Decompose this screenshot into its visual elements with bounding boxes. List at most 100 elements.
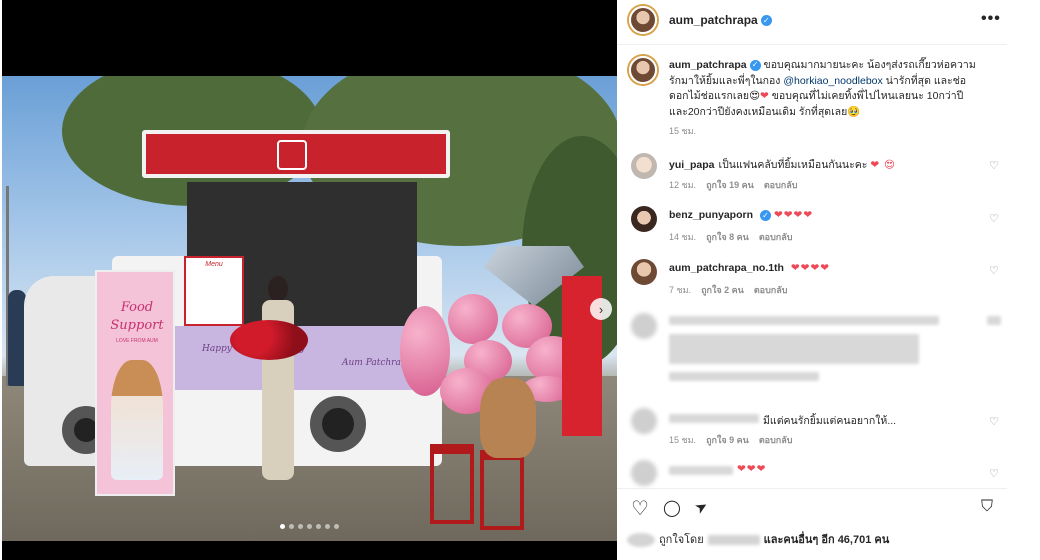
post-photo[interactable]: Menu Happy Valentine's Day Aum Patchrapa… [2,0,617,560]
carousel-dot [280,524,285,529]
comment-reply-button[interactable]: ตอบกลับ [759,435,793,445]
carousel-next-button[interactable]: › [590,298,612,320]
comment-time[interactable]: 14 ชม. [669,232,696,242]
likes-prefix: ถูกใจโดย [659,534,704,546]
like-icon[interactable]: ♡ [631,496,649,521]
blurred-text [669,316,939,325]
caption-heart-emoji: ❤ [760,90,769,102]
caption-timestamp[interactable]: 15 ชม. [669,124,696,138]
comment-likes[interactable]: ถูกใจ 2 คน [701,285,744,295]
comment-username[interactable]: aum_patchrapa_no.1th [669,262,784,274]
comment-emoji: ❤❤❤❤ [773,209,814,221]
caption-mention-link[interactable]: @horkiao_noodlebox [783,75,882,87]
comment-reply-button[interactable]: ตอบกลับ [764,180,798,190]
save-icon[interactable]: ⛉ [981,498,993,516]
comment-item: benz_punyaporn ✓ ❤❤❤❤ [669,209,979,221]
comment-item: ❤❤❤ [737,463,837,475]
comment-like-icon[interactable]: ♡ [989,264,999,277]
banner-portrait [111,360,163,480]
likes-summary[interactable]: ถูกใจโดย และคนอื่นๆ อีก 46,701 คน [617,530,889,548]
comment-likes[interactable]: ถูกใจ 19 คน [706,180,754,190]
comment-username[interactable]: yui_papa [669,159,715,171]
carousel-dot [307,524,312,529]
banner-subtitle: LOVE FROM AUM [116,338,158,344]
comment-time[interactable]: 12 ชม. [669,180,696,190]
comment-likes[interactable]: ถูกใจ 9 คน [706,435,749,445]
verified-badge-icon: ✓ [760,209,772,221]
blurred-text [669,334,919,364]
likes-suffix[interactable]: และคนอื่นๆ อีก [764,534,835,546]
blurred-username [669,466,733,475]
red-chair-1 [430,444,474,524]
author-avatar[interactable] [629,6,657,34]
wheel-rear [310,396,366,452]
post-caption: aum_patchrapa ✓ ขอบคุณมากมายนะคะ น้องๆส่ง… [669,58,984,120]
comment-username[interactable]: benz_punyaporn [669,209,753,221]
likes-count[interactable]: 46,701 [838,534,872,546]
post-header-username[interactable]: aum_patchrapa ✓ [669,13,772,27]
comment-emoji: ❤❤❤❤ [790,262,831,274]
red-chair-2 [480,450,524,530]
post-header-username-text[interactable]: aum_patchrapa [669,13,758,27]
comment-meta: 7 ชม. ถูกใจ 2 คน ตอบกลับ [669,283,787,297]
comment-icon[interactable]: ◯ [663,498,681,518]
comment-text: เป็นแฟนคลับที่ยิ้มเหมือนกันนะคะ [718,159,868,171]
comment-time[interactable]: 15 ชม. [669,435,696,445]
truck-logo [277,140,307,170]
blurred-avatar [631,408,657,434]
comment-reply-button[interactable]: ตอบกลับ [754,285,788,295]
likes-unit: คน [874,534,890,546]
blurred-username [669,414,759,423]
comment-item: aum_patchrapa_no.1th ❤❤❤❤ [669,262,979,274]
carousel-dot [325,524,330,529]
carousel-dot [289,524,294,529]
carousel-indicator [2,524,617,529]
actions-divider [617,488,1007,489]
caption-emoji-2: 🥹 [847,105,861,118]
comment-avatar[interactable] [631,259,657,285]
caption-username[interactable]: aum_patchrapa [669,59,747,71]
person-aum [254,276,302,486]
comment-like-icon[interactable]: ♡ [989,467,999,480]
rose-bouquet [230,320,308,360]
share-icon[interactable]: ➤ [691,496,711,518]
caption-emoji-1: 😍 [749,90,761,102]
carousel-dot [316,524,321,529]
header-divider [617,44,1007,45]
balloon-heart-2 [448,294,498,344]
comment-time[interactable]: 7 ชม. [669,285,691,295]
comment-meta: 12 ชม. ถูกใจ 19 คน ตอบกลับ [669,178,797,192]
caption-avatar[interactable] [629,56,657,84]
comment-like-icon[interactable]: ♡ [989,159,999,172]
comment-avatar[interactable] [631,206,657,232]
menu-board-title: Menu [205,261,223,268]
carousel-dot [334,524,339,529]
comment-emoji: ❤ 😍 [870,159,896,171]
comment-reply-button[interactable]: ตอบกลับ [759,232,793,242]
blurred-avatar [631,460,657,486]
comment-text: มีแต่คนรักยิ้มแต่คนอยากให้... [763,415,897,427]
verified-badge-icon: ✓ [749,59,761,71]
liker-name-blurred [707,535,760,546]
instagram-post-view: Menu Happy Valentine's Day Aum Patchrapa… [0,0,1040,560]
blurred-avatar [631,313,657,339]
comment-emoji: ❤❤❤ [737,463,767,475]
banner-title-1: Food [120,300,154,315]
more-options-icon[interactable]: ••• [981,10,1001,28]
menu-board: Menu [184,256,244,326]
comment-like-icon[interactable]: ♡ [989,212,999,225]
blurred-text [669,372,819,381]
post-sidebar: aum_patchrapa ✓ ••• aum_patchrapa ✓ ขอบคุณ… [617,0,1007,560]
food-support-banner: Food Support LOVE FROM AUM [95,270,175,496]
comment-avatar[interactable] [631,153,657,179]
comment-like-icon[interactable]: ♡ [989,415,999,428]
comment-meta: 15 ชม. ถูกใจ 9 คน ตอบกลับ [669,433,792,447]
person-head [268,276,288,302]
post-actions: ♡ ◯ ➤ ⛉ [617,496,1007,522]
banner-title-2: Support [110,318,164,333]
comment-likes[interactable]: ถูกใจ 8 คน [706,232,749,242]
liker-avatar-blurred [627,533,655,548]
blurred-text [987,316,1001,325]
verified-badge-icon: ✓ [760,15,772,27]
carousel-dot [298,524,303,529]
